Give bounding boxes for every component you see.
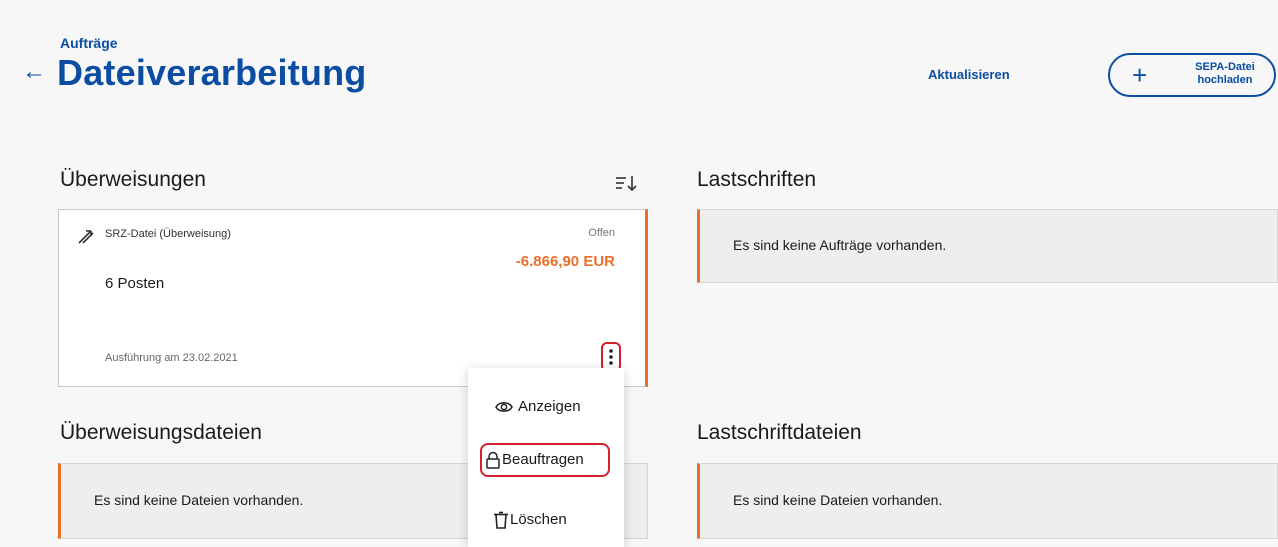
- transfer-order-card[interactable]: SRZ-Datei (Überweisung) Offen -6.866,90 …: [58, 209, 648, 387]
- transfer-files-heading: Überweisungsdateien: [60, 421, 262, 444]
- breadcrumb[interactable]: Aufträge: [60, 35, 118, 51]
- back-arrow-icon[interactable]: ←: [22, 60, 46, 84]
- menu-item-delete[interactable]: Löschen: [468, 503, 624, 537]
- upload-button-label: SEPA-Datei hochladen: [1195, 61, 1255, 86]
- direct-debits-heading: Lastschriften: [697, 168, 817, 191]
- debit-files-empty-box: Es sind keine Dateien vorhanden.: [697, 463, 1278, 539]
- card-file-name: SRZ-Datei (Überweisung): [105, 228, 231, 240]
- file-transfer-icon: [77, 228, 95, 246]
- eye-icon: [495, 398, 513, 416]
- trash-icon: [492, 511, 510, 529]
- menu-item-view[interactable]: Anzeigen: [468, 390, 624, 424]
- upload-sepa-file-button[interactable]: + SEPA-Datei hochladen: [1108, 53, 1276, 97]
- transfers-heading: Überweisungen: [60, 168, 206, 191]
- card-execution-date: Ausführung am 23.02.2021: [105, 352, 238, 364]
- plus-icon: +: [1132, 60, 1148, 90]
- sort-icon[interactable]: [612, 170, 640, 196]
- debit-files-heading: Lastschriftdateien: [697, 421, 862, 444]
- direct-debits-empty-message: Es sind keine Aufträge vorhanden.: [733, 237, 947, 253]
- card-item-count: 6 Posten: [105, 275, 165, 292]
- lock-icon: [484, 451, 502, 469]
- direct-debits-empty-box: Es sind keine Aufträge vorhanden.: [697, 209, 1278, 283]
- menu-item-order[interactable]: Beauftragen: [480, 443, 610, 477]
- transfer-files-empty-message: Es sind keine Dateien vorhanden.: [94, 492, 304, 508]
- status-badge: Offen: [588, 227, 615, 239]
- context-menu: Anzeigen Beauftragen Löschen: [468, 368, 624, 547]
- card-amount: -6.866,90 EUR: [515, 253, 615, 270]
- debit-files-empty-message: Es sind keine Dateien vorhanden.: [733, 492, 943, 508]
- refresh-button[interactable]: Aktualisieren: [928, 67, 1010, 82]
- menu-item-order-label: Beauftragen: [502, 451, 584, 468]
- more-vertical-icon: [609, 349, 613, 365]
- menu-item-view-label: Anzeigen: [518, 398, 581, 415]
- page-title: Dateiverarbeitung: [57, 52, 367, 93]
- menu-item-delete-label: Löschen: [510, 511, 567, 528]
